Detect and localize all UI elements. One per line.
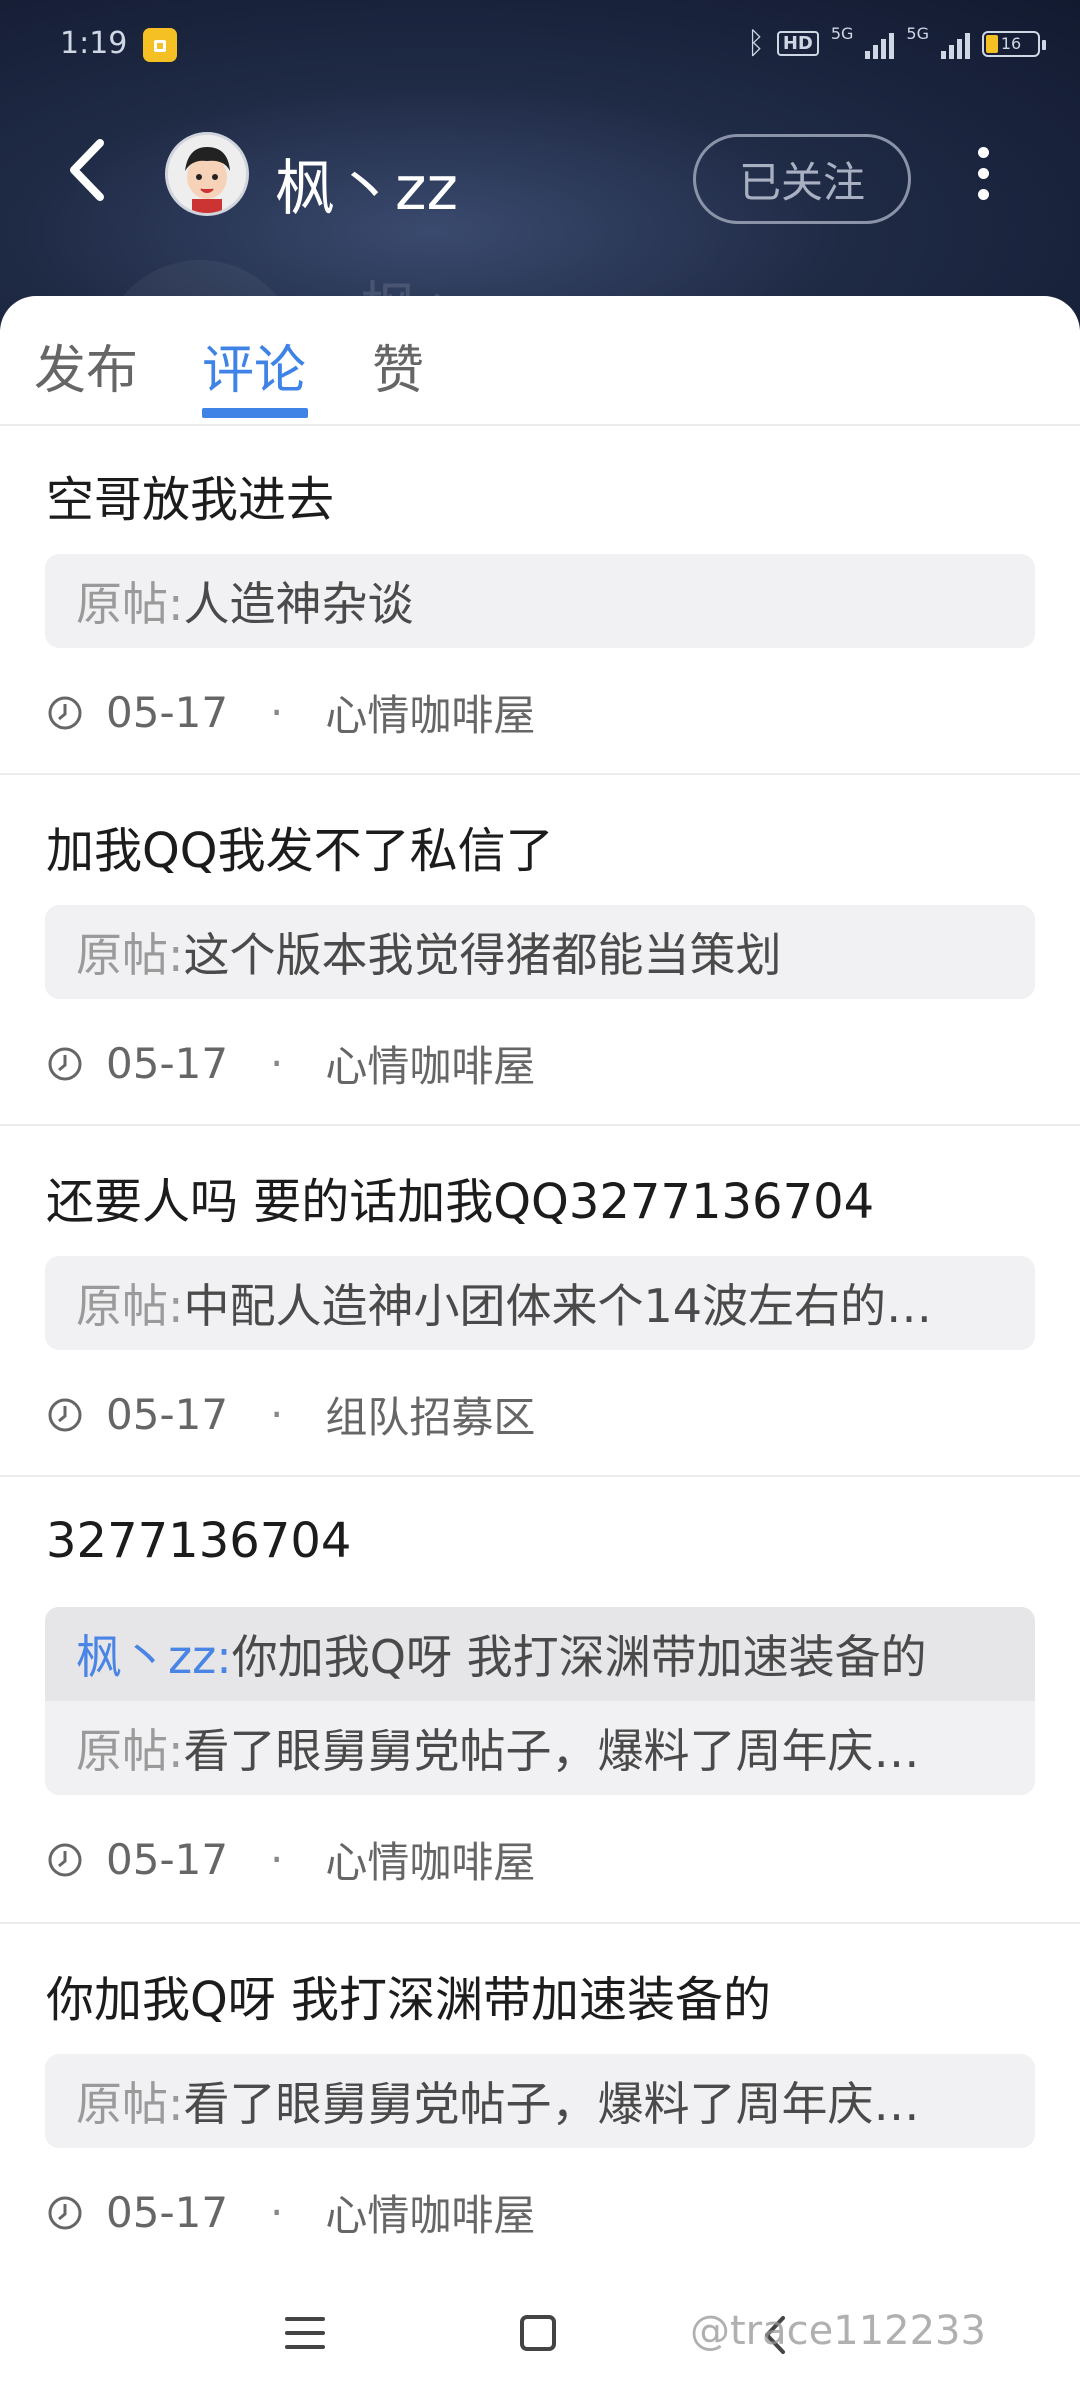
list-item[interactable]: 你加我Q呀 我打深渊带加速装备的 原帖: 看了眼舅舅党帖子，爆料了周年庆… 05… — [0, 1924, 1080, 2275]
list-item[interactable]: 空哥放我进去 原帖: 人造神杂谈 05-17 · 心情咖啡屋 — [0, 424, 1080, 775]
list-item[interactable]: 加我QQ我发不了私信了 原帖: 这个版本我觉得猪都能当策划 05-17 · 心情… — [0, 775, 1080, 1126]
comment-date: 05-17 — [106, 1835, 229, 1884]
comment-date: 05-17 — [106, 1039, 229, 1088]
bluetooth-icon: ᛒ — [746, 26, 765, 61]
original-post-box[interactable]: 原帖: 看了眼舅舅党帖子，爆料了周年庆… — [45, 2054, 1035, 2148]
comment-text: 3277136704 — [46, 1513, 352, 1569]
original-post-box[interactable]: 原帖: 人造神杂谈 — [45, 554, 1035, 648]
comment-text: 还要人吗 要的话加我QQ3277136704 — [46, 1174, 875, 1230]
comment-date: 05-17 — [106, 1390, 229, 1439]
separator: · — [270, 1390, 284, 1439]
comment-meta: 05-17 · 心情咖啡屋 — [46, 1829, 535, 1890]
separator: · — [270, 2188, 284, 2237]
clock-icon — [48, 2196, 82, 2229]
battery-level: 16 — [1000, 34, 1022, 53]
original-post-box[interactable]: 原帖: 这个版本我觉得猪都能当策划 — [45, 905, 1035, 999]
signal-label-1: 5G — [830, 24, 854, 43]
hd-icon: HD — [776, 31, 819, 56]
tab-active-indicator — [202, 408, 308, 418]
comment-text: 加我QQ我发不了私信了 — [46, 823, 554, 879]
post-label: 原帖: — [76, 928, 184, 982]
forum-name[interactable]: 心情咖啡屋 — [325, 2182, 535, 2243]
separator: · — [270, 1835, 284, 1884]
reply-quote: 枫丶zz: 你加我Q呀 我打深渊带加速装备的 — [45, 1607, 1035, 1701]
comment-date: 05-17 — [106, 2188, 229, 2237]
signal-icon — [865, 29, 895, 59]
original-post-box[interactable]: 原帖: 中配人造神小团体来个14波左右的… — [45, 1256, 1035, 1350]
forum-name[interactable]: 心情咖啡屋 — [325, 682, 535, 743]
signal-icon — [941, 29, 970, 59]
comment-date: 05-17 — [106, 688, 229, 737]
reply-user[interactable]: 枫丶zz: — [76, 1621, 232, 1687]
lock-icon — [143, 28, 177, 62]
post-title: 看了眼舅舅党帖子，爆料了周年庆… — [183, 1724, 920, 1778]
list-item[interactable]: 还要人吗 要的话加我QQ3277136704 原帖: 中配人造神小团体来个14波… — [0, 1126, 1080, 1477]
content-sheet: 发布 评论 赞 空哥放我进去 原帖: 人造神杂谈 05-17 · 心情咖啡屋 加… — [0, 296, 1080, 2400]
comment-meta: 05-17 · 组队招募区 — [46, 1384, 535, 1445]
tab-bar: 发布 评论 赞 — [0, 296, 1080, 426]
status-time: 1:19 — [60, 26, 128, 61]
comment-text: 你加我Q呀 我打深渊带加速装备的 — [46, 1972, 772, 2028]
comment-text: 空哥放我进去 — [46, 472, 335, 528]
original-post-box[interactable]: 枫丶zz: 你加我Q呀 我打深渊带加速装备的 原帖: 看了眼舅舅党帖子，爆料了周… — [45, 1607, 1035, 1795]
post-label: 原帖: — [76, 2077, 184, 2131]
reply-text: 你加我Q呀 我打深渊带加速装备的 — [231, 1630, 927, 1684]
post-title: 中配人造神小团体来个14波左右的… — [183, 1279, 933, 1333]
comment-meta: 05-17 · 心情咖啡屋 — [46, 682, 535, 743]
separator: · — [270, 1039, 284, 1088]
tab-likes[interactable]: 赞 — [372, 328, 424, 403]
forum-name[interactable]: 组队招募区 — [325, 1384, 535, 1445]
more-vertical-icon[interactable] — [968, 140, 998, 210]
post-title: 人造神杂谈 — [183, 577, 414, 631]
comment-meta: 05-17 · 心情咖啡屋 — [46, 1033, 535, 1094]
post-title: 这个版本我觉得猪都能当策划 — [183, 928, 782, 982]
avatar[interactable] — [165, 132, 249, 216]
signal-label-2: 5G — [906, 24, 929, 43]
tab-comments[interactable]: 评论 — [202, 328, 306, 403]
comment-meta: 05-17 · 心情咖啡屋 — [46, 2182, 535, 2243]
watermark: @trace112233 — [690, 2308, 986, 2354]
post-label: 原帖: — [76, 1279, 184, 1333]
comment-list: 空哥放我进去 原帖: 人造神杂谈 05-17 · 心情咖啡屋 加我QQ我发不了私… — [0, 424, 1080, 2275]
forum-name[interactable]: 心情咖啡屋 — [325, 1033, 535, 1094]
clock-icon — [48, 1398, 82, 1431]
post-title: 看了眼舅舅党帖子，爆料了周年庆… — [183, 2077, 920, 2131]
forum-name[interactable]: 心情咖啡屋 — [325, 1829, 535, 1890]
home-icon[interactable] — [520, 2315, 556, 2351]
back-arrow-icon[interactable] — [60, 135, 120, 205]
clock-icon — [48, 1047, 82, 1080]
status-icons: ᛒ HD 5G 5G 16 — [746, 24, 1046, 61]
post-label: 原帖: — [76, 1724, 184, 1778]
post-label: 原帖: — [76, 577, 184, 631]
list-item[interactable]: 3277136704 枫丶zz: 你加我Q呀 我打深渊带加速装备的 原帖: 看了… — [0, 1477, 1080, 1924]
menu-icon[interactable] — [285, 2317, 325, 2353]
separator: · — [270, 688, 284, 737]
clock-icon — [48, 1843, 82, 1876]
status-bar: 1:19 ᛒ HD 5G 5G 16 — [0, 0, 1080, 90]
battery-icon: 16 — [982, 30, 1046, 57]
profile-username: 枫丶zz — [275, 154, 458, 224]
clock-icon — [48, 696, 82, 729]
follow-button[interactable]: 已关注 — [693, 134, 911, 224]
tab-posts[interactable]: 发布 — [34, 328, 138, 403]
